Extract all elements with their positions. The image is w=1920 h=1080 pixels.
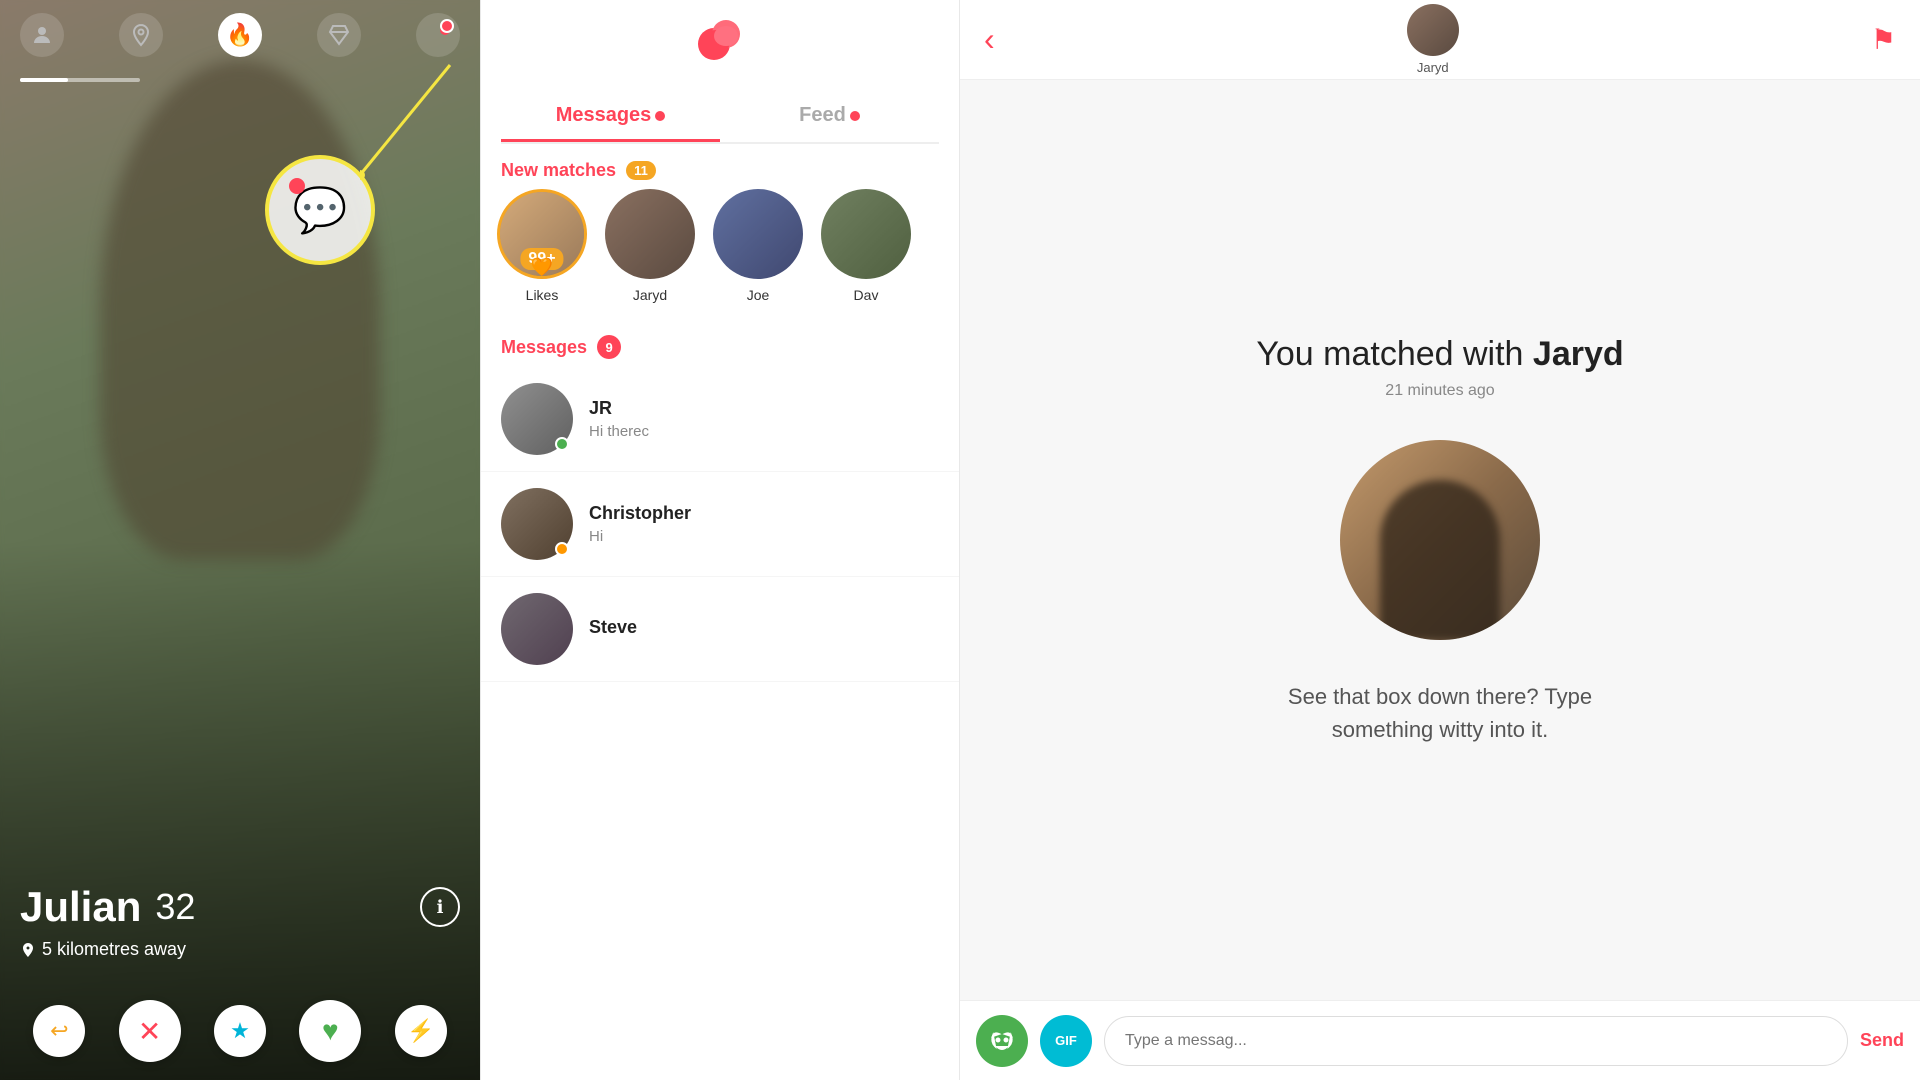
like-button[interactable]: ♥: [299, 1000, 361, 1062]
flag-button[interactable]: ⚑: [1871, 23, 1896, 56]
steve-sender-name: Steve: [589, 617, 939, 638]
card-actions: ↩ ✕ ★ ♥ ⚡: [0, 1000, 480, 1062]
christopher-online-dot: [555, 542, 569, 556]
rewind-button[interactable]: ↩: [33, 1005, 85, 1057]
emoji-button[interactable]: [976, 1015, 1028, 1067]
christopher-message-content: Christopher Hi: [589, 503, 939, 545]
location-nav-icon[interactable]: [119, 13, 163, 57]
chat-red-dot: [289, 178, 305, 194]
new-matches-section-label: New matches 11: [481, 144, 959, 189]
christopher-sender-name: Christopher: [589, 503, 939, 524]
tinder-card-panel: 🔥 💬 Julian 32 ℹ 5 kilometres away: [0, 0, 480, 1080]
jr-sender-name: JR: [589, 398, 939, 419]
messages-tab-dot: [655, 111, 665, 121]
match-hint-text: See that box down there? Type something …: [1250, 680, 1630, 746]
dav-match-avatar[interactable]: Dav: [821, 189, 911, 303]
match-profile-photo: [1340, 440, 1540, 640]
progress-bar-fill: [20, 78, 68, 82]
feed-tab-dot: [850, 111, 860, 121]
joe-avatar-img: [713, 189, 803, 279]
send-button[interactable]: Send: [1860, 1030, 1904, 1051]
christopher-avatar: [501, 488, 573, 560]
card-location-text: 5 kilometres away: [42, 939, 186, 960]
tinder-messages-logo: [694, 16, 746, 80]
message-item-jr[interactable]: JR Hi therec: [481, 367, 959, 472]
jr-message-content: JR Hi therec: [589, 398, 939, 440]
likes-label: Likes: [526, 287, 559, 303]
card-person-age: 32: [155, 886, 195, 928]
jr-online-dot: [555, 437, 569, 451]
jaryd-match-avatar[interactable]: Jaryd: [605, 189, 695, 303]
christopher-message-preview: Hi: [589, 528, 939, 545]
likes-avatar[interactable]: 99+ 🧡 Likes: [497, 189, 587, 303]
card-silhouette: [100, 60, 380, 560]
dislike-button[interactable]: ✕: [119, 1000, 181, 1062]
messages-count-badge: 9: [597, 335, 621, 359]
new-matches-row: 99+ 🧡 Likes Jaryd Joe Dav: [481, 189, 959, 319]
messages-header: Messages Feed: [481, 0, 959, 144]
match-title: You matched with Jaryd: [1256, 335, 1623, 374]
card-location: 5 kilometres away: [20, 939, 460, 960]
likes-avatar-img: 99+ 🧡: [497, 189, 587, 279]
joe-match-avatar[interactable]: Joe: [713, 189, 803, 303]
steve-avatar: [501, 593, 573, 665]
messages-tabs: Messages Feed: [501, 92, 939, 144]
match-title-name: Jaryd: [1533, 335, 1624, 373]
superlike-button[interactable]: ★: [214, 1005, 266, 1057]
jaryd-avatar-img: [605, 189, 695, 279]
messages-nav-icon[interactable]: [416, 13, 460, 57]
message-item-steve[interactable]: Steve: [481, 577, 959, 682]
dav-match-name: Dav: [854, 287, 879, 303]
progress-bar: [20, 78, 140, 82]
message-list: JR Hi therec Christopher Hi Steve: [481, 367, 959, 1080]
jaryd-match-name: Jaryd: [633, 287, 667, 303]
match-title-prefix: You matched with: [1256, 335, 1533, 373]
detail-content: You matched with Jaryd 21 minutes ago Se…: [960, 80, 1920, 1000]
detail-person-name: Jaryd: [1417, 60, 1449, 75]
flame-nav-icon[interactable]: 🔥: [218, 13, 262, 57]
tab-messages[interactable]: Messages: [501, 92, 720, 142]
detail-person-avatar: [1407, 4, 1459, 56]
messages-section-label: Messages 9: [481, 319, 959, 367]
gif-button[interactable]: GIF: [1040, 1015, 1092, 1067]
likes-heart-icon: 🧡: [531, 257, 553, 278]
joe-match-name: Joe: [747, 287, 770, 303]
message-input[interactable]: [1104, 1016, 1848, 1066]
match-profile-silhouette: [1380, 480, 1500, 640]
tab-feed[interactable]: Feed: [720, 92, 939, 142]
detail-header: ‹ Jaryd ⚑: [960, 0, 1920, 80]
card-top-bar: 🔥: [0, 0, 480, 70]
jr-message-preview: Hi therec: [589, 423, 939, 440]
messages-panel: Messages Feed New matches 11 99+ 🧡 Likes…: [480, 0, 960, 1080]
jr-avatar: [501, 383, 573, 455]
detail-person-info[interactable]: Jaryd: [1407, 4, 1459, 75]
dav-avatar-img: [821, 189, 911, 279]
boost-button[interactable]: ⚡: [395, 1005, 447, 1057]
match-detail-panel: ‹ Jaryd ⚑ You matched with Jaryd 21 minu…: [960, 0, 1920, 1080]
match-time: 21 minutes ago: [1385, 382, 1494, 400]
card-person-name: Julian: [20, 883, 141, 931]
new-matches-badge: 11: [626, 161, 656, 180]
info-button[interactable]: ℹ: [420, 887, 460, 927]
profile-nav-icon[interactable]: [20, 13, 64, 57]
annotation-circle: 💬: [265, 155, 375, 265]
detail-input-bar: GIF Send: [960, 1000, 1920, 1080]
card-info: Julian 32 ℹ 5 kilometres away: [0, 883, 480, 980]
diamond-nav-icon[interactable]: [317, 13, 361, 57]
steve-message-content: Steve: [589, 617, 939, 642]
message-item-christopher[interactable]: Christopher Hi: [481, 472, 959, 577]
back-button[interactable]: ‹: [984, 21, 995, 58]
